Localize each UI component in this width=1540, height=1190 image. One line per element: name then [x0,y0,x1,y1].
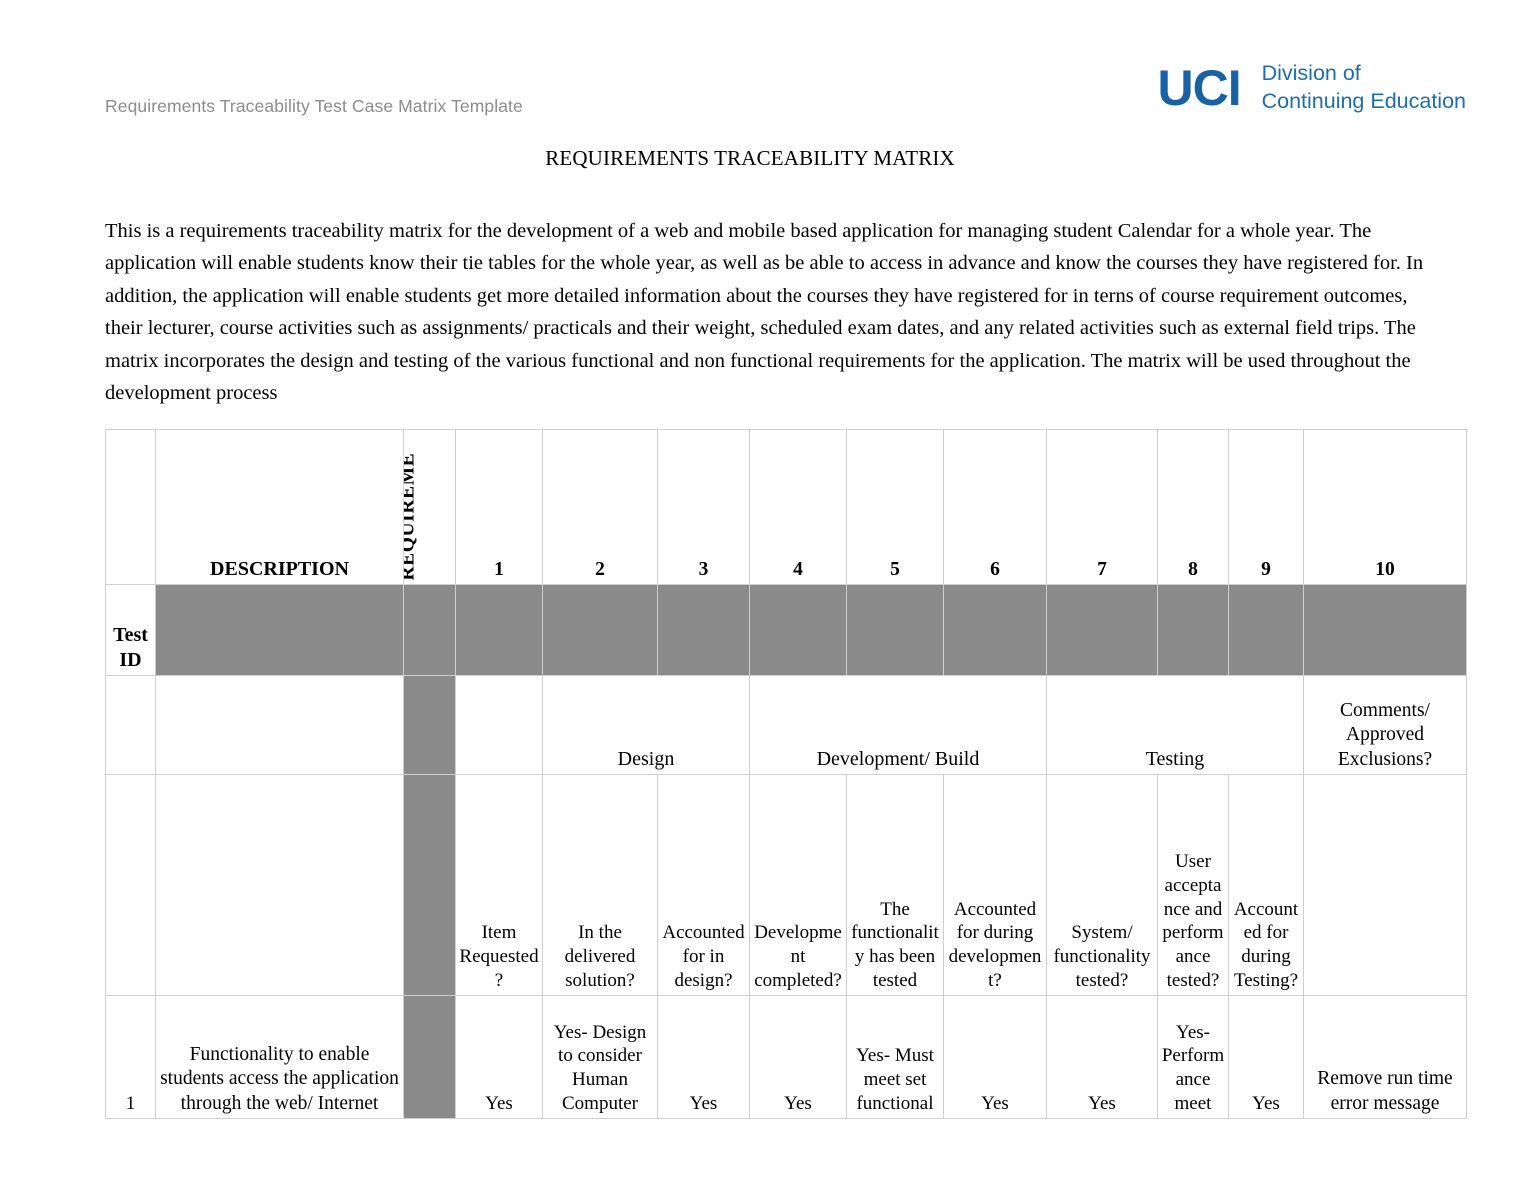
phase-cell-blank-testid [105,675,156,776]
question-cell-9: Accounted for during Testing? [1228,774,1304,997]
uci-logo: UCI Division of Continuing Education [1157,60,1466,115]
question-cell-7: System/ functionality tested? [1046,774,1158,997]
header-cell-num-9: 9 [1228,429,1304,586]
row-cell-4: Yes [749,995,847,1120]
row-test-id: 1 [105,995,156,1120]
matrix-table: DESCRIPTION REQUIREME 1 2 3 4 5 6 7 8 9 … [105,429,1467,1120]
question-cell-8: User acceptance and performance tested? [1157,774,1229,997]
band-cell-10 [1303,584,1467,677]
intro-paragraph: This is a requirements traceability matr… [105,220,1424,404]
logo-subtitle-line2: Continuing Education [1261,88,1466,113]
phase-cell-design: Design [542,675,750,776]
header-cell-num-4: 4 [749,429,847,586]
question-cell-1: Item Requested? [455,774,543,997]
header-cell-requirement: REQUIREME [403,429,456,586]
header-cell-blank [105,429,156,586]
band-cell-1 [455,584,543,677]
question-cell-blank-testid [105,774,156,997]
header-cell-description: DESCRIPTION [155,429,404,586]
document-header-label: Requirements Traceability Test Case Matr… [105,96,523,116]
band-cell-3 [657,584,750,677]
header-cell-num-7: 7 [1046,429,1158,586]
row-cell-8: Yes- Performance meet [1157,995,1229,1120]
row-cell-6: Yes [943,995,1047,1120]
header-cell-num-5: 5 [846,429,944,586]
question-cell-requirement [403,774,456,997]
header-cell-num-8: 8 [1157,429,1229,586]
row-cell-10: Remove run time error message [1303,995,1467,1120]
row-requirement [403,995,456,1120]
matrix-question-row: Item Requested? In the delivered solutio… [105,774,1467,997]
matrix-phase-row: Design Development/ Build Testing Commen… [105,675,1467,776]
row-cell-3: Yes [657,995,750,1120]
question-cell-10 [1303,774,1467,997]
question-cell-4: Development completed? [749,774,847,997]
row-cell-5: Yes- Must meet set functional [846,995,944,1120]
band-cell-9 [1228,584,1304,677]
row-description: Functionality to enable students access … [155,995,404,1120]
question-cell-6: Accounted for during development? [943,774,1047,997]
header-cell-num-6: 6 [943,429,1047,586]
header-cell-num-3: 3 [657,429,750,586]
question-cell-blank-description [155,774,404,997]
matrix-header-row: DESCRIPTION REQUIREME 1 2 3 4 5 6 7 8 9 … [105,429,1467,586]
phase-cell-blank-1 [455,675,543,776]
phase-cell-testing: Testing [1046,675,1304,776]
logo-subtitle: Division of Continuing Education [1262,60,1466,115]
testid-label-cell: Test ID [105,584,156,677]
row-cell-2: Yes- Design to consider Human Computer [542,995,658,1120]
requirement-vertical-label: REQUIREME [403,452,418,581]
page-title: REQUIREMENTS TRACEABILITY MATRIX [545,146,955,170]
row-cell-7: Yes [1046,995,1158,1120]
band-cell-4 [749,584,847,677]
question-cell-5: The functionality has been tested [846,774,944,997]
band-cell-8 [1157,584,1229,677]
band-cell-5 [846,584,944,677]
row-cell-9: Yes [1228,995,1304,1120]
page-header: Requirements Traceability Test Case Matr… [0,0,1540,116]
table-row: 1 Functionality to enable students acces… [105,995,1467,1120]
header-cell-num-1: 1 [455,429,543,586]
band-cell-requirement [403,584,456,677]
logo-divider [1242,64,1246,111]
phase-cell-blank-description [155,675,404,776]
phase-cell-requirement [403,675,456,776]
question-cell-3: Accounted for in design? [657,774,750,997]
band-cell-6 [943,584,1047,677]
band-cell-description [155,584,404,677]
uci-wordmark: UCI [1157,59,1241,116]
header-cell-num-10: 10 [1303,429,1467,586]
phase-cell-comments: Comments/ Approved Exclusions? [1303,675,1467,776]
band-cell-7 [1046,584,1158,677]
row-cell-1: Yes [455,995,543,1120]
matrix-testid-band-row: Test ID [105,584,1467,677]
question-cell-2: In the delivered solution? [542,774,658,997]
traceability-matrix: DESCRIPTION REQUIREME 1 2 3 4 5 6 7 8 9 … [105,429,1467,1120]
header-cell-num-2: 2 [542,429,658,586]
band-cell-2 [542,584,658,677]
phase-cell-development-build: Development/ Build [749,675,1047,776]
logo-subtitle-line1: Division of [1261,61,1361,85]
